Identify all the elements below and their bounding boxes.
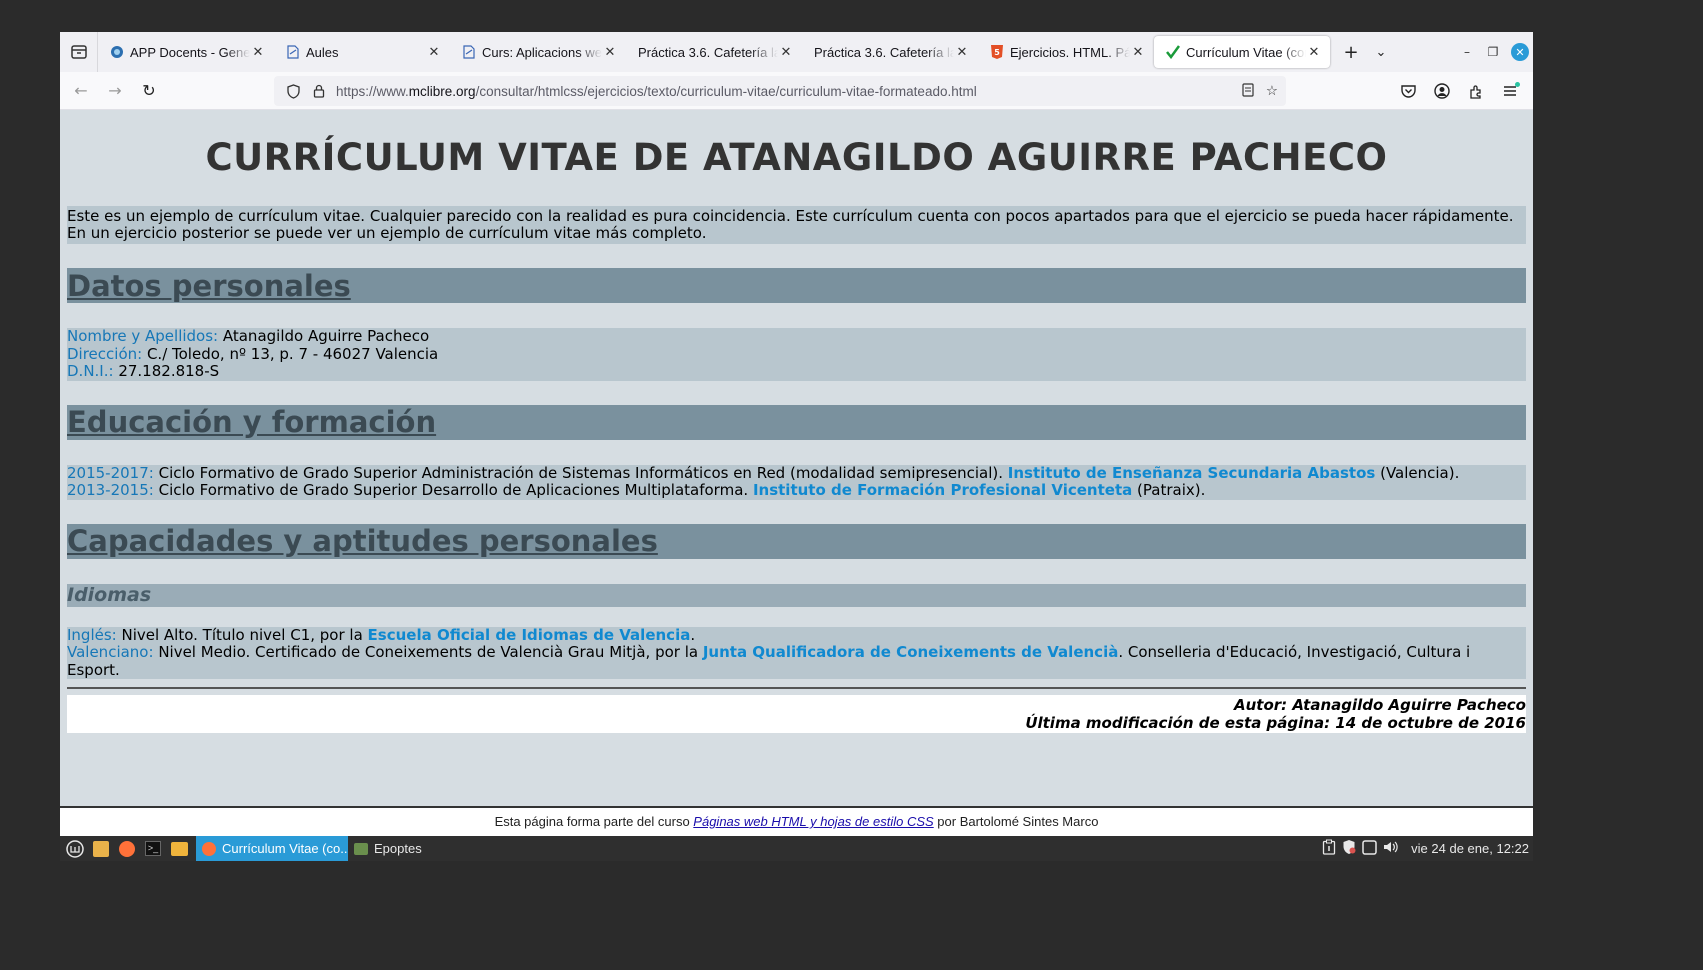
epoptes-icon xyxy=(354,842,368,855)
tab-ejercicios-html[interactable]: 5 Ejercicios. HTML. Págin ✕ xyxy=(978,36,1154,68)
tab-overview-icon[interactable] xyxy=(60,32,98,72)
tab-curs-aplicacions[interactable]: Curs: Aplicacions web ✕ xyxy=(450,36,626,68)
navigation-bar: ← → ↻ https://www.mclibre.org/consultar/… xyxy=(60,72,1533,110)
lock-icon[interactable] xyxy=(306,84,332,98)
maximize-icon[interactable]: ❐ xyxy=(1481,40,1505,64)
window-list-icon[interactable] xyxy=(1362,839,1377,858)
html5-icon: 5 xyxy=(990,45,1004,59)
intro-paragraph: Este es un ejemplo de currículum vitae. … xyxy=(67,206,1526,244)
personal-data-block: Nombre y Apellidos: Atanagildo Aguirre P… xyxy=(67,327,1526,381)
menu-icon[interactable] xyxy=(1495,76,1525,106)
taskbar: >_ Currículum Vitae (co... Epoptes vie 2… xyxy=(60,836,1533,861)
back-icon[interactable]: ← xyxy=(64,76,98,106)
personal-data-anchor[interactable]: Datos personales xyxy=(67,269,351,303)
url-text[interactable]: https://www.mclibre.org/consultar/htmlcs… xyxy=(336,84,977,99)
new-tab-icon[interactable]: + xyxy=(1336,37,1366,67)
close-tab-icon[interactable]: ✕ xyxy=(1130,44,1146,60)
browser-window: APP Docents - General ✕ Aules ✕ Curs: Ap… xyxy=(60,32,1533,836)
section-heading-personal: Datos personales xyxy=(67,268,1526,303)
eoi-valencia-link[interactable]: Escuela Oficial de Idiomas de Valencia xyxy=(368,626,691,644)
extensions-icon[interactable] xyxy=(1461,76,1491,106)
author-line: Autor: Atanagildo Aguirre Pacheco xyxy=(1233,696,1526,714)
globe-icon xyxy=(110,45,124,59)
education-anchor[interactable]: Educación y formación xyxy=(67,405,436,439)
chevron-down-icon[interactable]: ⌄ xyxy=(1366,37,1396,67)
desktop-icon[interactable] xyxy=(90,838,112,860)
svg-text:5: 5 xyxy=(994,48,1000,57)
pocket-icon[interactable] xyxy=(1393,76,1423,106)
close-tab-icon[interactable]: ✕ xyxy=(250,44,266,60)
section-heading-education: Educación y formación xyxy=(67,404,1526,440)
personal-address-row: Dirección: C./ Toledo, nº 13, p. 7 - 460… xyxy=(67,344,439,363)
clock[interactable]: vie 24 de ene, 12:22 xyxy=(1411,841,1529,856)
institute-abastos-link[interactable]: Instituto de Enseñanza Secundaria Abasto… xyxy=(1008,464,1376,482)
languages-block: Inglés: Nivel Alto. Título nivel C1, por… xyxy=(67,625,1526,679)
education-block: 2015-2017: Ciclo Formativo de Grado Supe… xyxy=(67,463,1526,500)
course-info-bar: Esta página forma parte del curso Página… xyxy=(60,806,1533,836)
close-tab-icon[interactable]: ✕ xyxy=(1306,44,1322,60)
close-tab-icon[interactable]: ✕ xyxy=(954,44,970,60)
page-edit-icon xyxy=(462,45,476,59)
reader-view-icon[interactable] xyxy=(1242,82,1254,100)
tab-practica-1[interactable]: Práctica 3.6. Cafetería las ✕ xyxy=(626,36,802,68)
account-icon[interactable] xyxy=(1427,76,1457,106)
mint-menu-icon[interactable] xyxy=(64,838,86,860)
page-edit-icon xyxy=(286,45,300,59)
volume-icon[interactable] xyxy=(1383,840,1399,857)
skills-anchor[interactable]: Capacidades y aptitudes personales xyxy=(67,524,658,558)
tab-practica-2[interactable]: Práctica 3.6. Cafetería las ✕ xyxy=(802,36,978,68)
language-item: Inglés: Nivel Alto. Título nivel C1, por… xyxy=(67,625,696,644)
page-footer: Autor: Atanagildo Aguirre Pacheco Última… xyxy=(67,695,1526,733)
page-title: CURRÍCULUM VITAE DE ATANAGILDO AGUIRRE P… xyxy=(205,136,1388,179)
tab-aules[interactable]: Aules ✕ xyxy=(274,36,450,68)
language-item: Valenciano: Nivel Medio. Certificado de … xyxy=(67,643,1471,679)
page-viewport: CURRÍCULUM VITAE DE ATANAGILDO AGUIRRE P… xyxy=(60,110,1533,836)
close-tab-icon[interactable]: ✕ xyxy=(426,44,442,60)
education-item: 2013-2015: Ciclo Formativo de Grado Supe… xyxy=(67,481,1206,499)
reload-icon[interactable]: ↻ xyxy=(132,76,166,106)
update-badge xyxy=(1515,82,1520,87)
taskbar-task-firefox[interactable]: Currículum Vitae (co... xyxy=(196,836,348,861)
checkmark-icon xyxy=(1166,45,1180,59)
bookmark-star-icon[interactable]: ☆ xyxy=(1266,83,1278,100)
last-modified-line: Última modificación de esta página: 14 d… xyxy=(1025,714,1526,732)
taskbar-task-epoptes[interactable]: Epoptes xyxy=(348,836,428,861)
tab-curriculum-vitae[interactable]: Currículum Vitae (cort ✕ xyxy=(1154,36,1330,68)
url-bar[interactable]: https://www.mclibre.org/consultar/htmlcs… xyxy=(274,76,1286,106)
course-link[interactable]: Páginas web HTML y hojas de estilo CSS xyxy=(693,814,933,829)
junta-qualificadora-link[interactable]: Junta Qualificadora de Coneixements de V… xyxy=(703,643,1119,661)
close-tab-icon[interactable]: ✕ xyxy=(602,44,618,60)
institute-vicenteta-link[interactable]: Instituto de Formación Profesional Vicen… xyxy=(753,481,1132,499)
firefox-icon xyxy=(202,841,216,856)
shield-icon[interactable] xyxy=(280,83,306,99)
terminal-icon[interactable]: >_ xyxy=(142,838,164,860)
clipboard-icon[interactable] xyxy=(1322,839,1336,858)
cv-page: CURRÍCULUM VITAE DE ATANAGILDO AGUIRRE P… xyxy=(60,110,1533,733)
tab-bar: APP Docents - General ✕ Aules ✕ Curs: Ap… xyxy=(60,32,1533,72)
close-window-icon[interactable]: ✕ xyxy=(1511,43,1529,61)
personal-name-row: Nombre y Apellidos: Atanagildo Aguirre P… xyxy=(67,327,430,345)
firefox-icon[interactable] xyxy=(116,838,138,860)
subsection-heading-languages: Idiomas xyxy=(67,583,1526,607)
forward-icon[interactable]: → xyxy=(98,76,132,106)
shield-icon[interactable] xyxy=(1342,839,1356,858)
minimize-icon[interactable]: – xyxy=(1455,40,1479,64)
files-icon[interactable] xyxy=(168,838,190,860)
education-item: 2015-2017: Ciclo Formativo de Grado Supe… xyxy=(67,463,1460,482)
tab-app-docents[interactable]: APP Docents - General ✕ xyxy=(98,36,274,68)
personal-dni-row: D.N.I.: 27.182.818-S xyxy=(67,362,220,380)
footer-divider xyxy=(67,687,1526,689)
section-heading-skills: Capacidades y aptitudes personales xyxy=(67,523,1526,559)
close-tab-icon[interactable]: ✕ xyxy=(778,44,794,60)
